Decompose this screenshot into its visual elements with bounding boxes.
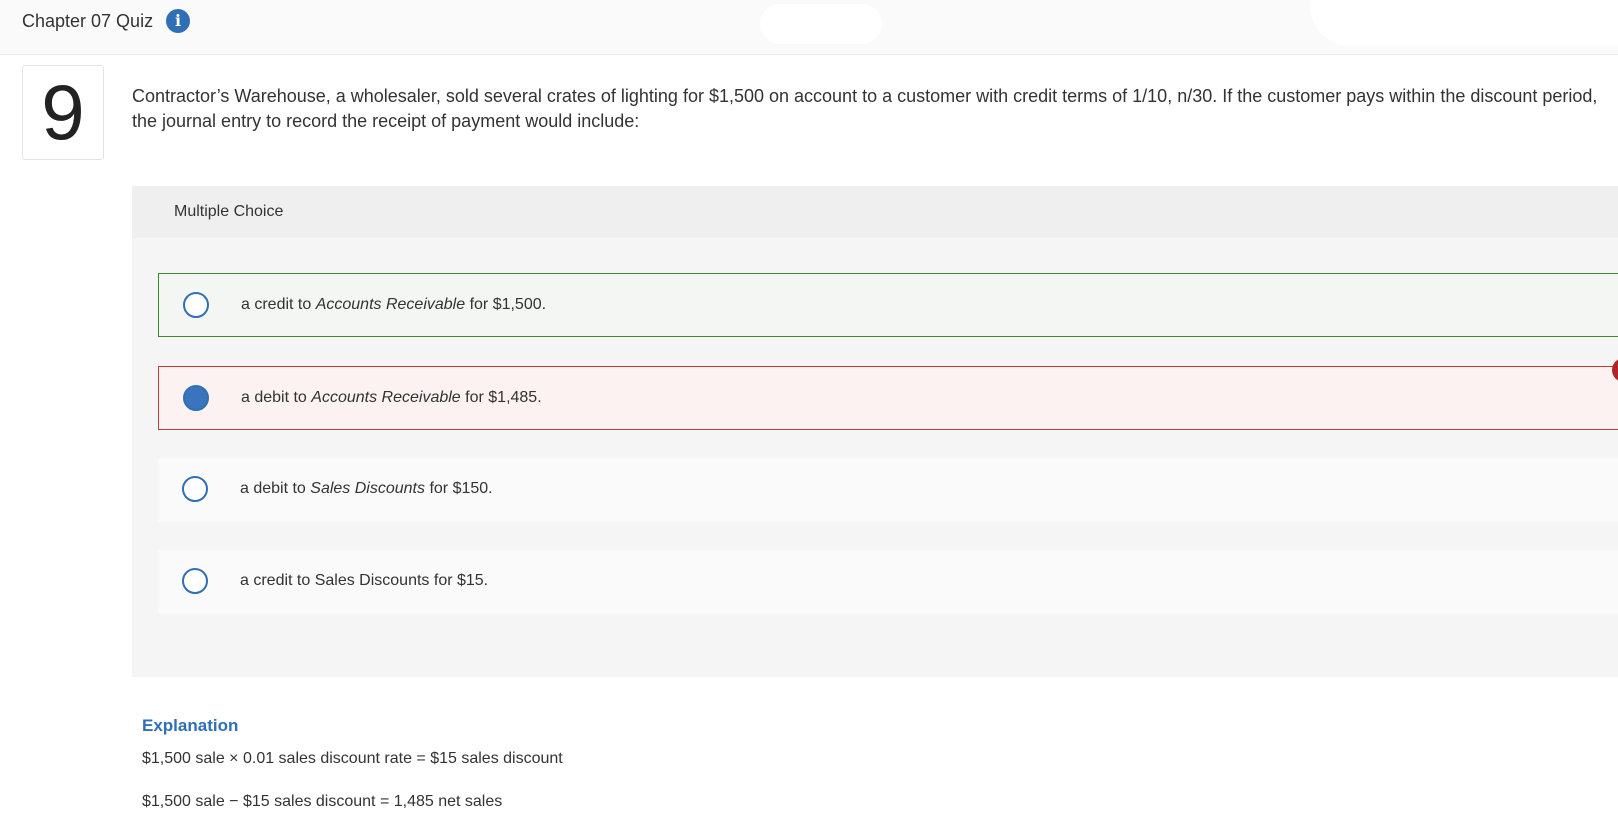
top-bar: Chapter 07 Quiz i <box>0 0 1618 55</box>
multiple-choice-label: Multiple Choice <box>174 203 284 220</box>
explanation-line: $1,500 sale × 0.01 sales discount rate =… <box>142 750 563 767</box>
question-text: Contractor’s Warehouse, a wholesaler, so… <box>132 86 1598 131</box>
choice-text: a debit to Sales Discounts for $150. <box>240 480 493 497</box>
choice-text: a credit to Sales Discounts for $15. <box>240 572 489 589</box>
choice-d[interactable]: a credit to Sales Discounts for $15. <box>158 550 1618 614</box>
question-number-box: 9 <box>22 65 104 160</box>
info-icon[interactable]: i <box>166 9 190 33</box>
redacted-area <box>1310 0 1618 46</box>
multiple-choice-header: Multiple Choice <box>132 186 1618 238</box>
explanation-title: Explanation <box>142 716 239 735</box>
quiz-title: Chapter 07 Quiz <box>22 11 154 31</box>
radio-button[interactable] <box>182 476 208 502</box>
multiple-choice-panel: Multiple Choice a credit to Accounts Rec… <box>132 186 1618 677</box>
redacted-area <box>760 4 882 44</box>
choice-a[interactable]: a credit to Accounts Receivable for $1,5… <box>158 273 1618 337</box>
radio-button[interactable] <box>182 568 208 594</box>
choice-text: a debit to Accounts Receivable for $1,48… <box>241 389 542 406</box>
choice-text: a credit to Accounts Receivable for $1,5… <box>241 296 547 313</box>
choice-c[interactable]: a debit to Sales Discounts for $150. <box>158 458 1618 522</box>
question-number: 9 <box>41 68 85 156</box>
explanation-line: $1,500 sale − $15 sales discount = 1,485… <box>142 793 503 810</box>
radio-button-selected[interactable] <box>183 385 209 411</box>
choice-b[interactable]: a debit to Accounts Receivable for $1,48… <box>158 366 1618 430</box>
radio-button[interactable] <box>183 292 209 318</box>
